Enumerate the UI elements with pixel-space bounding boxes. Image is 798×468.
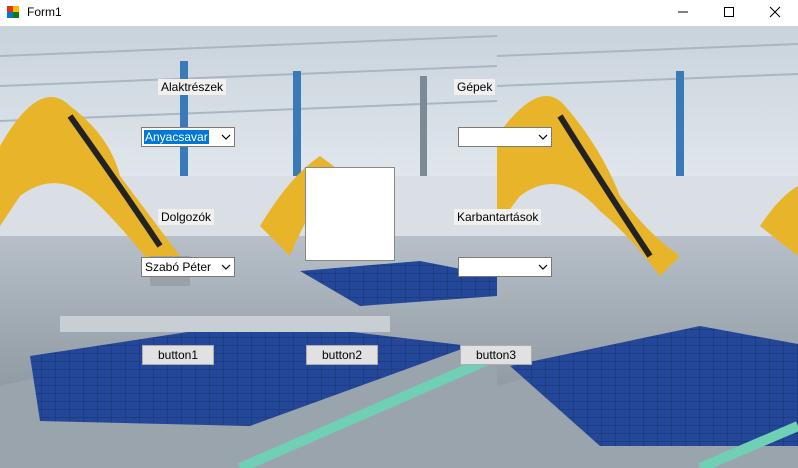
bg-left-tile: [0, 26, 499, 468]
chevron-down-icon: [538, 134, 548, 140]
label-machines: Gépek: [454, 79, 496, 95]
chevron-down-icon: [538, 264, 548, 270]
form-client-area: Alaktrészek Gépek Dolgozók Karbantartáso…: [0, 26, 798, 468]
parts-combobox[interactable]: Anyacsavar: [141, 127, 235, 147]
window-title: Form1: [27, 5, 62, 19]
machines-combobox[interactable]: [458, 127, 552, 147]
workers-combobox[interactable]: Szabó Péter: [141, 257, 235, 277]
title-bar: Form1: [0, 0, 798, 26]
factory-background-image: [0, 26, 798, 468]
button3[interactable]: button3: [460, 345, 532, 365]
close-button[interactable]: [752, 0, 798, 24]
maximize-button[interactable]: [706, 0, 752, 24]
workers-combobox-value: Szabó Péter: [145, 260, 212, 274]
label-workers: Dolgozók: [158, 209, 215, 225]
label-parts: Alaktrészek: [158, 79, 227, 95]
bg-right-tile: [496, 26, 798, 468]
chevron-down-icon: [221, 264, 231, 270]
maintenance-combobox[interactable]: [458, 257, 552, 277]
picture-box: [305, 167, 395, 261]
chevron-down-icon: [221, 134, 231, 140]
maximize-icon: [724, 7, 734, 17]
parts-combobox-value: Anyacsavar: [144, 130, 209, 144]
minimize-button[interactable]: [660, 0, 706, 24]
close-icon: [769, 6, 781, 18]
button2[interactable]: button2: [306, 345, 378, 365]
label-maintenance: Karbantartások: [454, 209, 542, 225]
minimize-icon: [678, 11, 688, 13]
button1[interactable]: button1: [142, 345, 214, 365]
form-app-icon: [6, 5, 20, 19]
